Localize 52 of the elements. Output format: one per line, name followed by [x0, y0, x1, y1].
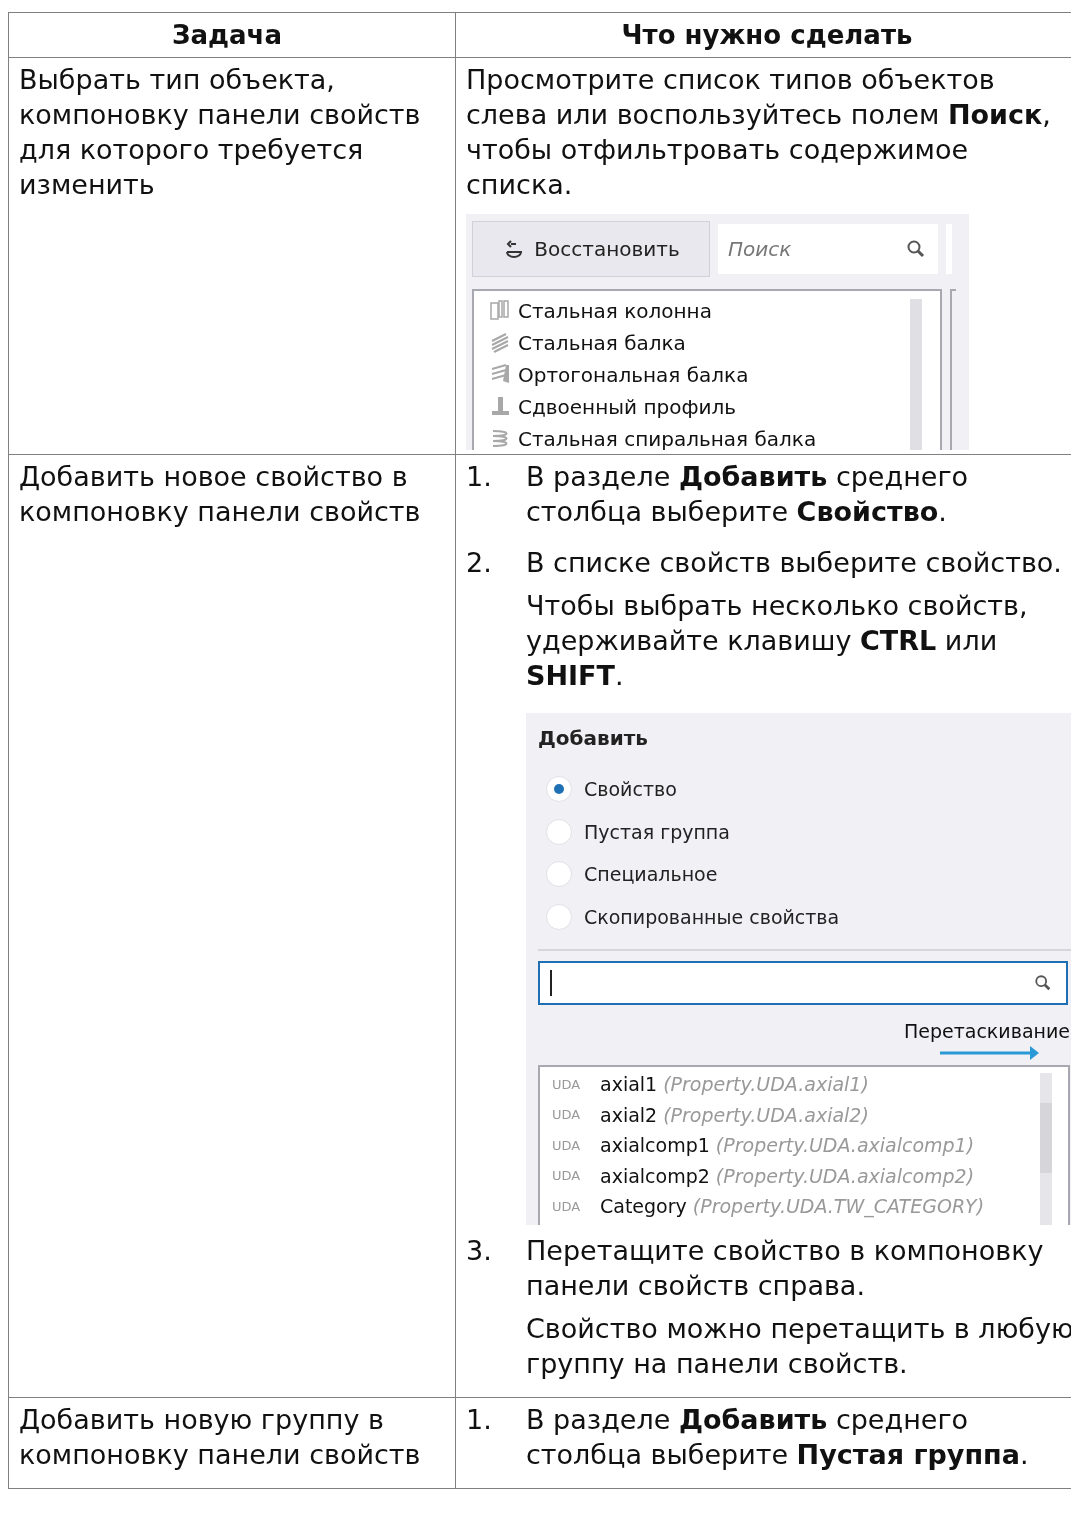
radio-label[interactable]: Специальное [584, 860, 718, 889]
search-icon [906, 239, 926, 259]
restore-button[interactable]: Восстановить [472, 221, 710, 277]
property-path: (Property.UDA.axialcomp1) [715, 1133, 975, 1159]
radio-label[interactable]: Пустая группа [584, 817, 730, 846]
arrow-icon [940, 1045, 1040, 1062]
section-title: Добавить [538, 725, 649, 752]
list-item[interactable]: Стальная спиральная балка [518, 424, 817, 450]
property-name[interactable]: axial2 [600, 1100, 658, 1130]
task-text: Выбрать тип объекта, компоновку панели свойств для которого требуется изменить [19, 63, 422, 202]
tag-label: UDA [552, 1167, 582, 1186]
list-item[interactable]: Стальная колонна [518, 296, 712, 326]
step-number: 3. [466, 1234, 493, 1268]
list-item[interactable]: Стальная балка [518, 328, 686, 358]
list-item[interactable]: Ортогональная балка [518, 360, 749, 390]
column-header: Что нужно сделать [456, 13, 1071, 58]
task-text: Добавить новое свойство в компоновку панели свойств [19, 460, 422, 529]
structural-member-icon [488, 299, 512, 323]
property-name[interactable]: Category [600, 1192, 687, 1221]
step-text: В списке свойств выберите свойство. [526, 546, 1063, 580]
tag-label: UDA [552, 1136, 582, 1155]
property-name[interactable]: axialcomp2 [600, 1161, 710, 1191]
step-text: В разделе Добавить среднего столбца выберите Пустая группа. [526, 1403, 1030, 1472]
step-number: 1. [466, 460, 493, 494]
drag-hint: Перетаскивание [904, 1018, 1070, 1044]
property-path: (Property.UDA.axial1) [663, 1072, 869, 1098]
step-text: В разделе Добавить среднего столбца выберите Свойство. [526, 460, 970, 529]
step-text: Перетащите свойство в компоновку панели свойств справа. [526, 1234, 1045, 1303]
property-path: (Property.UDA.axialcomp2) [715, 1163, 975, 1189]
radio-button[interactable] [546, 903, 572, 930]
radio-button[interactable] [546, 818, 572, 845]
property-path: (Property.UDA.axial2) [663, 1102, 869, 1128]
radio-button[interactable] [546, 861, 572, 888]
column-header: Задача [9, 13, 456, 58]
radio-button[interactable] [546, 776, 572, 803]
step-number: 2. [466, 546, 493, 580]
radio-label[interactable]: Скопированные свойства [584, 902, 840, 931]
step-number: 1. [466, 1403, 493, 1437]
search-field[interactable]: Поиск [718, 224, 938, 274]
tag-label: UDA [552, 1106, 582, 1125]
search-field[interactable] [538, 961, 1068, 1005]
task-text: Добавить новую группу в компоновку панели свойств [19, 1403, 422, 1472]
tag-label: UDA [552, 1075, 582, 1094]
search-icon [1034, 974, 1052, 992]
list-item[interactable]: Сдвоенный профиль [518, 392, 737, 422]
paragraph: Чтобы выбрать несколько свойств, удерживайте клавишу CTRL или SHIFT. [526, 589, 1029, 693]
property-path: (Property.UDA.TW_CATEGORY) [692, 1194, 985, 1220]
property-name[interactable]: axialcomp1 [600, 1131, 710, 1160]
property-name[interactable]: axial1 [600, 1070, 658, 1099]
tag-label: UDA [552, 1197, 582, 1216]
radio-label[interactable]: Свойство [584, 775, 677, 804]
paragraph: Просмотрите список типов объектов слева или воспользуйтесь полем Поиск, чтобы отфильтровать содержимое списка. [466, 63, 1052, 202]
